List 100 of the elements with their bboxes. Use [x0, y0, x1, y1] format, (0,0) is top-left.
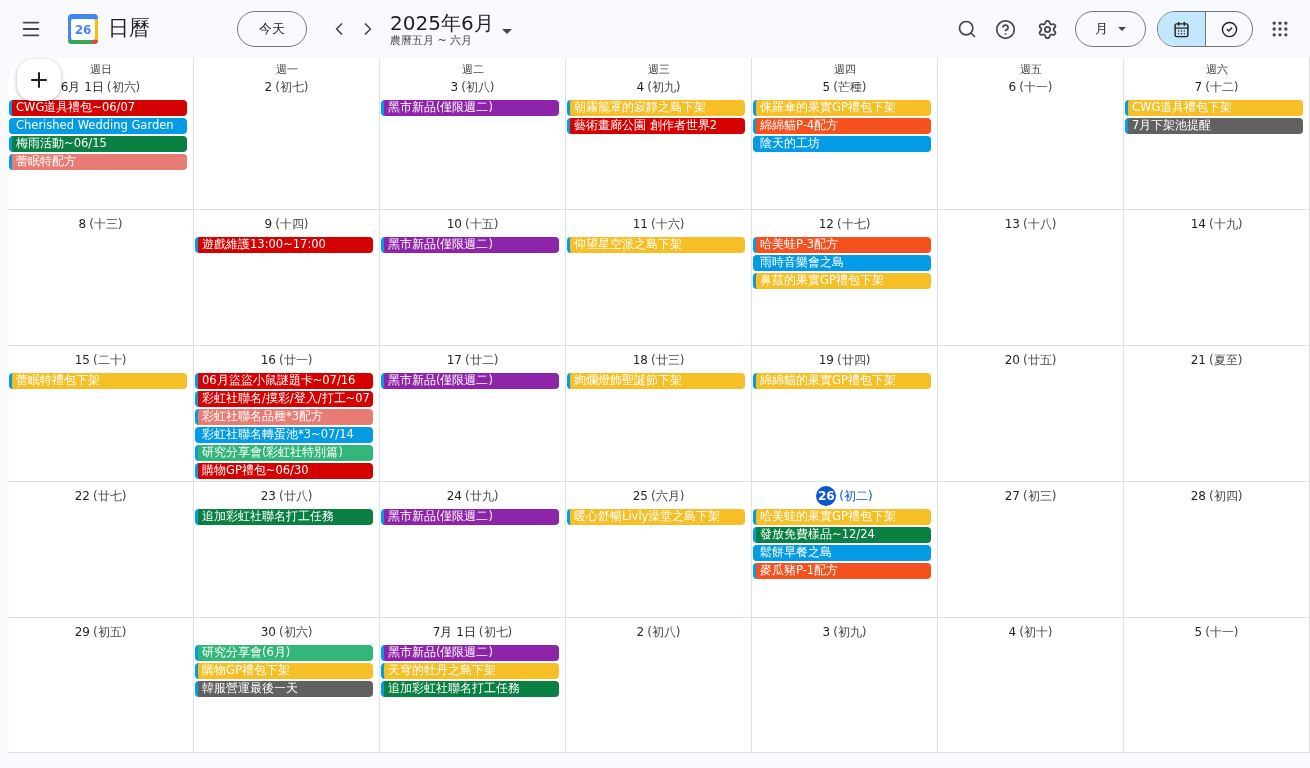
lunar-date: (廿五) — [1022, 352, 1057, 369]
date-number[interactable]: 30 — [260, 623, 276, 641]
event-chip[interactable]: 彩虹社聯名/摸彩/登入/打工~07 — [195, 391, 373, 407]
event-chip[interactable]: 黑市新品(僅限週二) — [381, 100, 559, 116]
event-chip[interactable]: 遊戲維護13:00~17:00 — [195, 237, 373, 253]
lunar-date: (十六) — [650, 216, 685, 233]
month-title[interactable]: 2025年6月 — [390, 12, 494, 33]
lunar-date: (初六) — [278, 624, 313, 641]
lunar-date: (十二) — [1205, 79, 1239, 96]
search-icon[interactable] — [957, 19, 977, 39]
date-number[interactable]: 13 — [1004, 215, 1020, 233]
event-chip[interactable]: 黑市新品(僅限週二) — [381, 237, 559, 253]
lunar-date: (十一) — [1019, 79, 1053, 96]
date-number[interactable]: 8 — [78, 215, 87, 233]
date-number[interactable]: 4 — [1008, 623, 1017, 641]
date-number[interactable]: 10 — [446, 215, 462, 233]
date-number[interactable]: 6月 1日 — [60, 78, 104, 96]
date-number[interactable]: 2 — [264, 78, 273, 96]
date-number[interactable]: 2 — [636, 623, 645, 641]
event-chip[interactable]: 梅雨活動~06/15 — [9, 136, 187, 152]
lunar-subtitle: 農曆五月 ~ 六月 — [390, 34, 474, 46]
lunar-date: (廿二) — [464, 352, 499, 369]
lunar-date: (廿七) — [92, 488, 127, 505]
event-chip[interactable]: 7月下架池提醒 — [1125, 118, 1303, 134]
date-number[interactable]: 4 — [636, 78, 645, 96]
event-chip[interactable]: 06月盜盜小鼠謎題卡~07/16 — [195, 373, 373, 389]
date-number[interactable]: 16 — [260, 351, 276, 369]
date-number[interactable]: 25 — [632, 487, 648, 505]
date-number[interactable]: 6 — [1008, 78, 1017, 96]
event-chip[interactable]: 黑市新品(僅限週二) — [381, 509, 559, 525]
calendar-view-toggle[interactable] — [1158, 12, 1205, 46]
lunar-date: (初五) — [92, 624, 127, 641]
weekday-label: 週三 — [646, 63, 671, 77]
date-number[interactable]: 24 — [446, 487, 462, 505]
lunar-date: (十五) — [464, 216, 499, 233]
lunar-date: (十八) — [1022, 216, 1057, 233]
apps-icon[interactable] — [1270, 19, 1290, 39]
lunar-date: (六月) — [650, 488, 685, 505]
date-number[interactable]: 28 — [1190, 487, 1206, 505]
lunar-date: (初八) — [647, 624, 681, 641]
date-number[interactable]: 9 — [264, 215, 273, 233]
lunar-date: (初二) — [839, 488, 873, 505]
date-number[interactable]: 17 — [446, 351, 462, 369]
event-chip[interactable]: 追加彩虹社聯名打工任務 — [381, 681, 559, 697]
weekday-label: 週六 — [1204, 63, 1229, 77]
date-number[interactable]: 27 — [1004, 487, 1020, 505]
event-chip[interactable]: 黑市新品(僅限週二) — [381, 373, 559, 389]
calendar-logo: 26 — [68, 14, 98, 44]
calendar-icon — [1173, 20, 1190, 38]
lunar-date: (廿一) — [278, 352, 313, 369]
lunar-date: (二十) — [92, 352, 127, 369]
lunar-date: (十九) — [1208, 216, 1243, 233]
date-number[interactable]: 15 — [74, 351, 90, 369]
date-number[interactable]: 12 — [818, 215, 834, 233]
date-number[interactable]: 7月 1日 — [432, 623, 476, 641]
lunar-date: (夏至) — [1208, 352, 1243, 369]
lunar-date: (初七) — [275, 79, 309, 96]
create-button[interactable] — [17, 59, 61, 101]
lunar-date: (十一) — [1205, 624, 1239, 641]
date-number[interactable]: 29 — [74, 623, 90, 641]
lunar-date: (初九) — [647, 79, 681, 96]
lunar-date: (廿八) — [278, 488, 313, 505]
event-chip[interactable]: 發放免費樣品~12/24 — [753, 527, 931, 543]
date-number[interactable]: 5 — [1194, 623, 1203, 641]
caret-icon — [1118, 27, 1126, 31]
date-number[interactable]: 3 — [822, 623, 831, 641]
event-chip[interactable]: CWG道具禮包~06/07 — [9, 100, 187, 116]
today-date[interactable]: 26 — [816, 486, 837, 506]
event-chip[interactable]: 購物GP禮包~06/30 — [195, 463, 373, 479]
lunar-date: (初八) — [461, 79, 495, 96]
lunar-date: (初三) — [1022, 488, 1057, 505]
lunar-date: (初六) — [106, 79, 141, 96]
date-number[interactable]: 18 — [632, 351, 648, 369]
date-number[interactable]: 7 — [1194, 78, 1203, 96]
weekday-label: 週日 — [88, 63, 113, 77]
check-circle-icon — [1220, 20, 1238, 38]
lunar-date: (初十) — [1019, 624, 1053, 641]
date-number[interactable]: 5 — [822, 78, 831, 96]
date-number[interactable]: 23 — [260, 487, 276, 505]
event-chip[interactable]: 黑市新品(僅限週二) — [381, 645, 559, 661]
help-icon[interactable] — [995, 18, 1016, 40]
event-chip[interactable]: 藝術畫廊公園 創作者世界2 — [567, 118, 745, 134]
app-name: 日曆 — [108, 15, 150, 43]
event-chip[interactable]: 追加彩虹社聯名打工任務 — [195, 509, 373, 525]
caret-icon[interactable] — [501, 28, 512, 34]
event-chip[interactable]: 韓服營運最後一天 — [195, 681, 373, 697]
date-number[interactable]: 11 — [632, 215, 648, 233]
settings-icon[interactable] — [1037, 18, 1058, 40]
date-number[interactable]: 22 — [74, 487, 90, 505]
weekday-label: 週一 — [274, 63, 299, 77]
date-number[interactable]: 21 — [1190, 351, 1206, 369]
date-number[interactable]: 3 — [450, 78, 459, 96]
lunar-date: (初四) — [1208, 488, 1243, 505]
lunar-date: (廿三) — [650, 352, 685, 369]
date-number[interactable]: 19 — [818, 351, 834, 369]
lunar-date: (廿四) — [836, 352, 871, 369]
date-number[interactable]: 14 — [1190, 215, 1206, 233]
lunar-date: (廿九) — [464, 488, 499, 505]
date-number[interactable]: 20 — [1004, 351, 1020, 369]
lunar-date: (初九) — [833, 624, 867, 641]
